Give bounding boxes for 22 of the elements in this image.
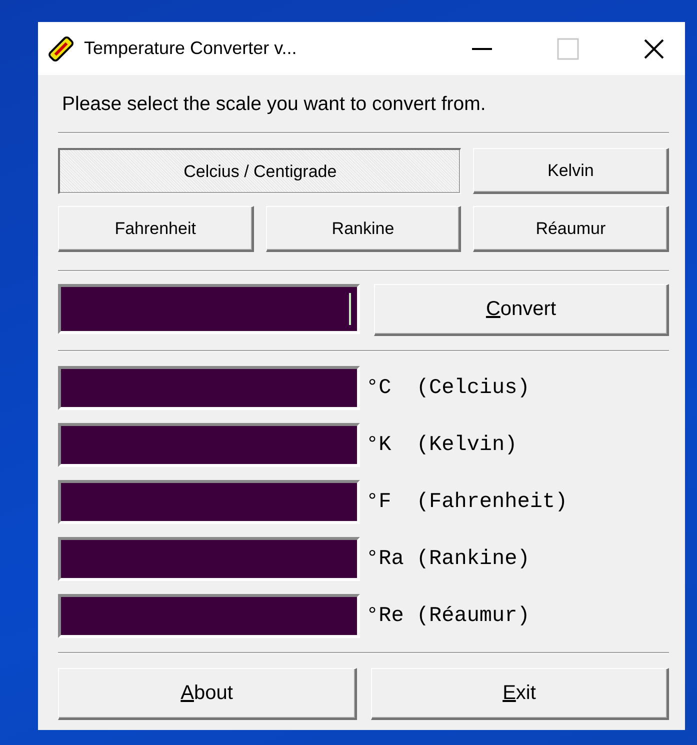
unit-label: °Re (Réaumur)	[366, 604, 530, 628]
output-field[interactable]	[58, 423, 360, 467]
unit-label: °K (Kelvin)	[366, 434, 518, 456]
scale-button[interactable]: Fahrenheit	[58, 206, 254, 252]
close-icon[interactable]	[643, 38, 665, 60]
unit-label: °Ra (Rankine)	[366, 548, 530, 570]
output-field[interactable]	[58, 480, 360, 524]
scale-button[interactable]: Réaumur	[473, 206, 669, 252]
unit-label: °C (Celcius)	[366, 376, 530, 400]
instruction-text: Please select the scale you want to convert from.	[61, 92, 487, 117]
dialog-button[interactable]: About	[58, 668, 356, 720]
window-title: Temperature Converter v...	[84, 38, 298, 59]
input-field[interactable]	[58, 284, 360, 334]
scale-button[interactable]: Rankine	[266, 206, 462, 252]
scale-button[interactable]: Celcius / Centigrade	[58, 148, 462, 194]
scale-button[interactable]: Kelvin	[473, 148, 669, 194]
dialog-button[interactable]: Exit	[370, 668, 669, 720]
output-field[interactable]	[58, 366, 360, 410]
output-field[interactable]	[58, 594, 360, 638]
convert-button[interactable]: Convert	[374, 284, 669, 336]
output-field[interactable]	[58, 537, 360, 581]
unit-label: °F (Fahrenheit)	[366, 490, 568, 514]
